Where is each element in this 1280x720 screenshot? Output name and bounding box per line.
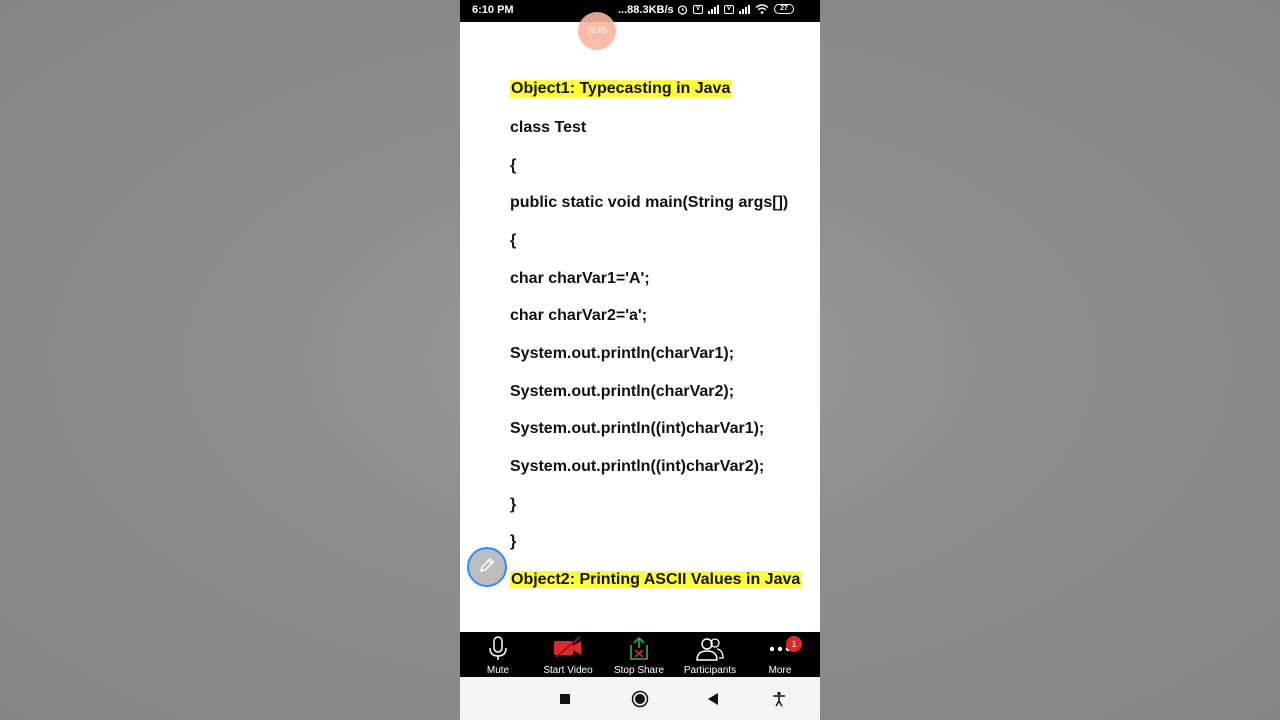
status-time: 6:10 PM <box>472 4 514 16</box>
accessibility-icon[interactable] <box>769 689 789 709</box>
android-nav-bar <box>460 677 820 720</box>
status-bar: 6:10 PM ...88.3KB/s V V 27 <box>460 0 820 22</box>
volte-icon: V <box>724 4 734 14</box>
phone-screen: 6:10 PM ...88.3KB/s V V 27 00:05 Object1… <box>460 0 820 720</box>
start-video-button[interactable]: Start Video <box>532 632 604 677</box>
recording-timer[interactable]: 00:05 <box>578 12 616 50</box>
more-label: More <box>768 665 792 676</box>
doc-code-line: System.out.println(charVar2); <box>510 383 735 400</box>
doc-heading-2: Object2: Printing ASCII Values in Java <box>510 569 802 591</box>
battery-icon: 27 <box>774 4 794 14</box>
pencil-icon <box>477 555 497 580</box>
participants-label: Participants <box>683 665 737 676</box>
back-triangle-icon[interactable] <box>703 689 723 709</box>
doc-code-line: } <box>510 496 517 513</box>
doc-code-line: char charVar2='a'; <box>510 307 648 324</box>
volte-icon: V <box>693 4 703 14</box>
participants-icon <box>695 636 725 665</box>
doc-code-line: class Test <box>510 119 587 136</box>
microphone-icon <box>487 636 509 665</box>
meeting-toolbar: Mute Start Video Stop Share Participants… <box>460 632 820 677</box>
doc-code-line: { <box>510 157 517 174</box>
mute-button[interactable]: Mute <box>462 632 534 677</box>
alarm-icon <box>677 4 688 15</box>
video-off-icon <box>552 636 584 661</box>
doc-code-line: System.out.println(charVar1); <box>510 345 735 362</box>
wifi-icon <box>755 4 769 14</box>
home-circle-icon[interactable] <box>630 689 650 709</box>
signal-icon <box>739 4 750 14</box>
doc-code-line: System.out.println((int)charVar1); <box>510 420 765 437</box>
highlighted-text: Object1: Typecasting in Java <box>510 80 732 97</box>
participants-button[interactable]: Participants <box>674 632 746 677</box>
doc-heading-1: Object1: Typecasting in Java <box>510 78 732 100</box>
highlighted-text: Object2: Printing ASCII Values in Java <box>510 571 802 588</box>
notification-badge: 1 <box>786 636 802 652</box>
doc-code-line: } <box>510 533 517 550</box>
start-video-label: Start Video <box>543 665 593 676</box>
doc-code-line: { <box>510 232 517 249</box>
share-screen-icon <box>626 636 652 665</box>
mute-label: Mute <box>486 665 510 676</box>
recents-square-icon[interactable] <box>555 689 575 709</box>
stop-share-button[interactable]: Stop Share <box>603 632 675 677</box>
doc-code-line: System.out.println((int)charVar2); <box>510 458 765 475</box>
doc-code-line: char charVar1='A'; <box>510 270 650 287</box>
network-speed: ...88.3KB/s <box>618 4 674 16</box>
doc-code-line: public static void main(String args[]) <box>510 194 789 211</box>
stop-share-label: Stop Share <box>613 665 665 676</box>
annotate-pen-button[interactable] <box>467 547 507 587</box>
status-icons: V V 27 <box>677 4 794 15</box>
signal-4g-icon <box>708 4 719 14</box>
more-button[interactable]: 1 More <box>744 632 816 677</box>
